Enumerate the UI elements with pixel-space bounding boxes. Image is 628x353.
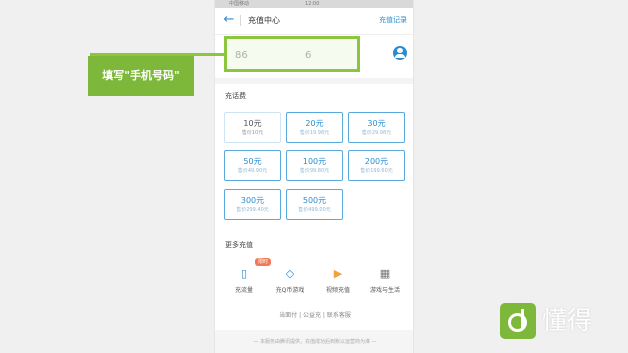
amount-tile-10[interactable]: 10元 售价10元 [224, 112, 281, 143]
video-icon: ▶ [333, 267, 343, 280]
tile-price: 售价19.98元 [299, 130, 330, 136]
hot-badge: 限时 [255, 258, 272, 266]
brand-text: 懂得 [542, 306, 593, 335]
amount-tile-20[interactable]: 20元 售价19.98元 [286, 112, 343, 143]
more-item-label: 视频充值 [325, 287, 350, 294]
grid-icon: ▦ [379, 267, 391, 280]
tile-price: 售价49.90元 [237, 168, 268, 174]
recharge-record-link[interactable]: 充值记录 [379, 14, 407, 27]
contact-icon[interactable] [393, 46, 407, 60]
amount-tile-30[interactable]: 30元 售价29.98元 [348, 112, 405, 143]
phone-data-icon: ▯ [240, 267, 248, 280]
top-bar: ← 充值中心 充值记录 [215, 8, 413, 35]
tile-amount: 20元 [305, 119, 324, 128]
divider [240, 15, 241, 26]
tile-price: 售价499.00元 [298, 207, 331, 213]
tile-amount: 30元 [367, 119, 386, 128]
footer-links[interactable]: 当面付 | 公益充 | 联系客服 [215, 312, 413, 320]
brand-mark-icon [500, 303, 536, 339]
tile-price: 售价10元 [241, 130, 264, 136]
back-arrow-icon[interactable]: ← [221, 12, 237, 28]
tile-amount: 300元 [240, 196, 265, 205]
more-item-label: 游戏与生活 [369, 287, 400, 294]
recharge-section-label: 充话费 [225, 92, 246, 100]
more-item-life[interactable]: ▦ 游戏与生活 [362, 266, 408, 295]
more-item-data[interactable]: ▯ 充流量 [221, 266, 267, 295]
tile-price: 售价299.40元 [236, 207, 269, 213]
tile-amount: 200元 [364, 157, 389, 166]
status-time: 12:00 [305, 1, 320, 7]
tile-price: 售价199.60元 [360, 168, 393, 174]
more-item-label: 充Q币游戏 [275, 287, 305, 294]
page-title: 充值中心 [248, 16, 280, 25]
section-divider [215, 78, 413, 84]
more-section-label: 更多充值 [225, 241, 253, 249]
amount-tile-50[interactable]: 50元 售价49.90元 [224, 150, 281, 181]
more-item-video[interactable]: ▶ 视频充值 [315, 266, 361, 295]
tile-amount: 100元 [302, 157, 327, 166]
carrier-text: 中国移动 [229, 1, 250, 7]
footer-note: — 本服务由腾讯提供，充值成功后到账以运营商为准 — [253, 339, 377, 345]
more-item-label: 充流量 [234, 287, 253, 294]
tile-amount: 500元 [302, 196, 327, 205]
amount-tile-200[interactable]: 200元 售价199.60元 [348, 150, 405, 181]
amount-tile-100[interactable]: 100元 售价99.80元 [286, 150, 343, 181]
tile-price: 售价99.80元 [299, 168, 330, 174]
more-item-qcoin[interactable]: ◇ 充Q币游戏 [267, 266, 313, 295]
amount-tile-300[interactable]: 300元 售价299.40元 [224, 189, 281, 220]
tile-price: 售价29.98元 [361, 130, 392, 136]
phone-highlight-box [224, 36, 360, 72]
right-background [414, 0, 628, 353]
callout-label: 填写"手机号码" [88, 56, 194, 96]
amount-tile-500[interactable]: 500元 售价499.00元 [286, 189, 343, 220]
status-bar: 中国移动 12:00 [215, 0, 413, 8]
q-coin-icon: ◇ [285, 267, 295, 280]
tile-amount: 10元 [243, 119, 262, 128]
tile-amount: 50元 [243, 157, 262, 166]
